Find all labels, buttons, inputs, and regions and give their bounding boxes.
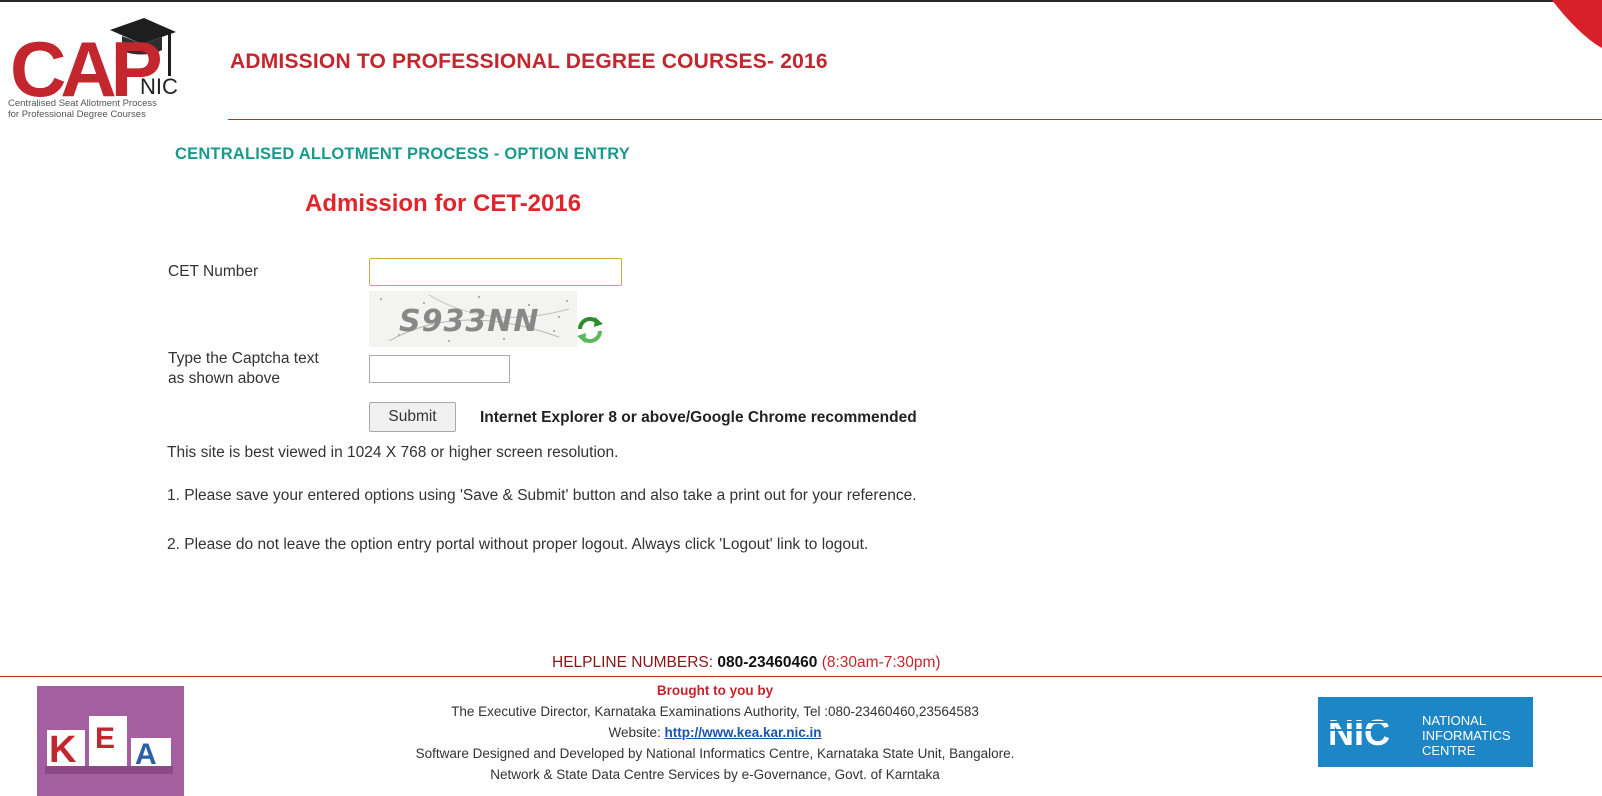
footer-line-developer: Software Designed and Developed by Natio… — [415, 746, 1015, 761]
refresh-captcha-icon[interactable] — [575, 315, 605, 345]
footer-line-website: Website: http://www.kea.kar.nic.in — [340, 722, 1090, 743]
kea-logo: K E A — [37, 686, 184, 796]
cet-number-input[interactable] — [369, 258, 622, 286]
helpline: HELPLINE NUMBERS: 080-23460460 (8:30am-7… — [552, 654, 941, 672]
kea-letter-e: E — [95, 722, 115, 755]
helpline-label: HELPLINE NUMBERS: — [552, 654, 714, 671]
brought-to-you: Brought to you by — [656, 683, 774, 698]
kea-logo-graphic: K E A — [37, 686, 184, 796]
logo-subtitle-line1: Centralised Seat Allotment Process — [8, 98, 157, 109]
logo-cap-text: CAP — [10, 25, 163, 113]
section-title: CENTRALISED ALLOTMENT PROCESS - OPTION E… — [175, 145, 630, 163]
cap-nic-logo: CAP NIC Centralised Seat Allotment Proce… — [8, 10, 223, 125]
website-link[interactable]: http://www.kea.kar.nic.in — [665, 725, 822, 740]
instruction-logout: 2. Please do not leave the option entry … — [167, 536, 869, 553]
top-border — [0, 0, 1602, 2]
cet-number-label: CET Number — [168, 263, 259, 280]
nic-logo: NIC NATIONAL INFORMATICS CENTRE — [1318, 697, 1533, 767]
footer-divider — [0, 676, 1602, 677]
nic-text-line3: CENTRE — [1422, 743, 1476, 758]
instruction-save: 1. Please save your entered options usin… — [167, 487, 917, 504]
captcha-input[interactable] — [369, 355, 510, 383]
website-label: Website: — [608, 725, 661, 740]
browser-recommendation: Internet Explorer 8 or above/Google Chro… — [480, 409, 917, 426]
page-header-title: ADMISSION TO PROFESSIONAL DEGREE COURSES… — [230, 50, 828, 73]
admission-title: Admission for CET-2016 — [305, 190, 582, 217]
resolution-note: This site is best viewed in 1024 X 768 o… — [167, 444, 619, 461]
captcha-image: S933NN — [369, 291, 577, 347]
kea-letter-k: K — [49, 729, 77, 771]
nic-text-line1: NATIONAL — [1422, 713, 1486, 728]
logo-nic-text: NIC — [140, 74, 178, 99]
nic-logo-mark: NIC — [1328, 712, 1390, 753]
captcha-label: Type the Captcha text as shown above — [168, 349, 319, 389]
footer-line-network: Network & State Data Centre Services by … — [490, 767, 940, 782]
nic-text-line2: INFORMATICS — [1422, 728, 1511, 743]
helpline-hours: (8:30am-7:30pm) — [821, 654, 941, 671]
logo-subtitle-line2: for Professional Degree Courses — [8, 109, 146, 120]
footer-line-authority: The Executive Director, Karnataka Examin… — [451, 704, 979, 719]
submit-button[interactable]: Submit — [369, 402, 456, 432]
header-divider — [228, 119, 1602, 120]
captcha-text: S933NN — [399, 304, 540, 339]
captcha-label-line1: Type the Captcha text — [168, 350, 319, 367]
helpline-number: 080-23460460 — [717, 654, 818, 671]
corner-decoration — [1552, 0, 1602, 48]
footer-credits: Brought to you by The Executive Director… — [340, 680, 1090, 785]
logo-subtitle: Centralised Seat Allotment Process for P… — [8, 98, 157, 120]
captcha-label-line2: as shown above — [168, 370, 281, 387]
nic-logo-graphic: NIC NATIONAL INFORMATICS CENTRE — [1318, 697, 1533, 767]
kea-letter-a: A — [135, 738, 157, 771]
